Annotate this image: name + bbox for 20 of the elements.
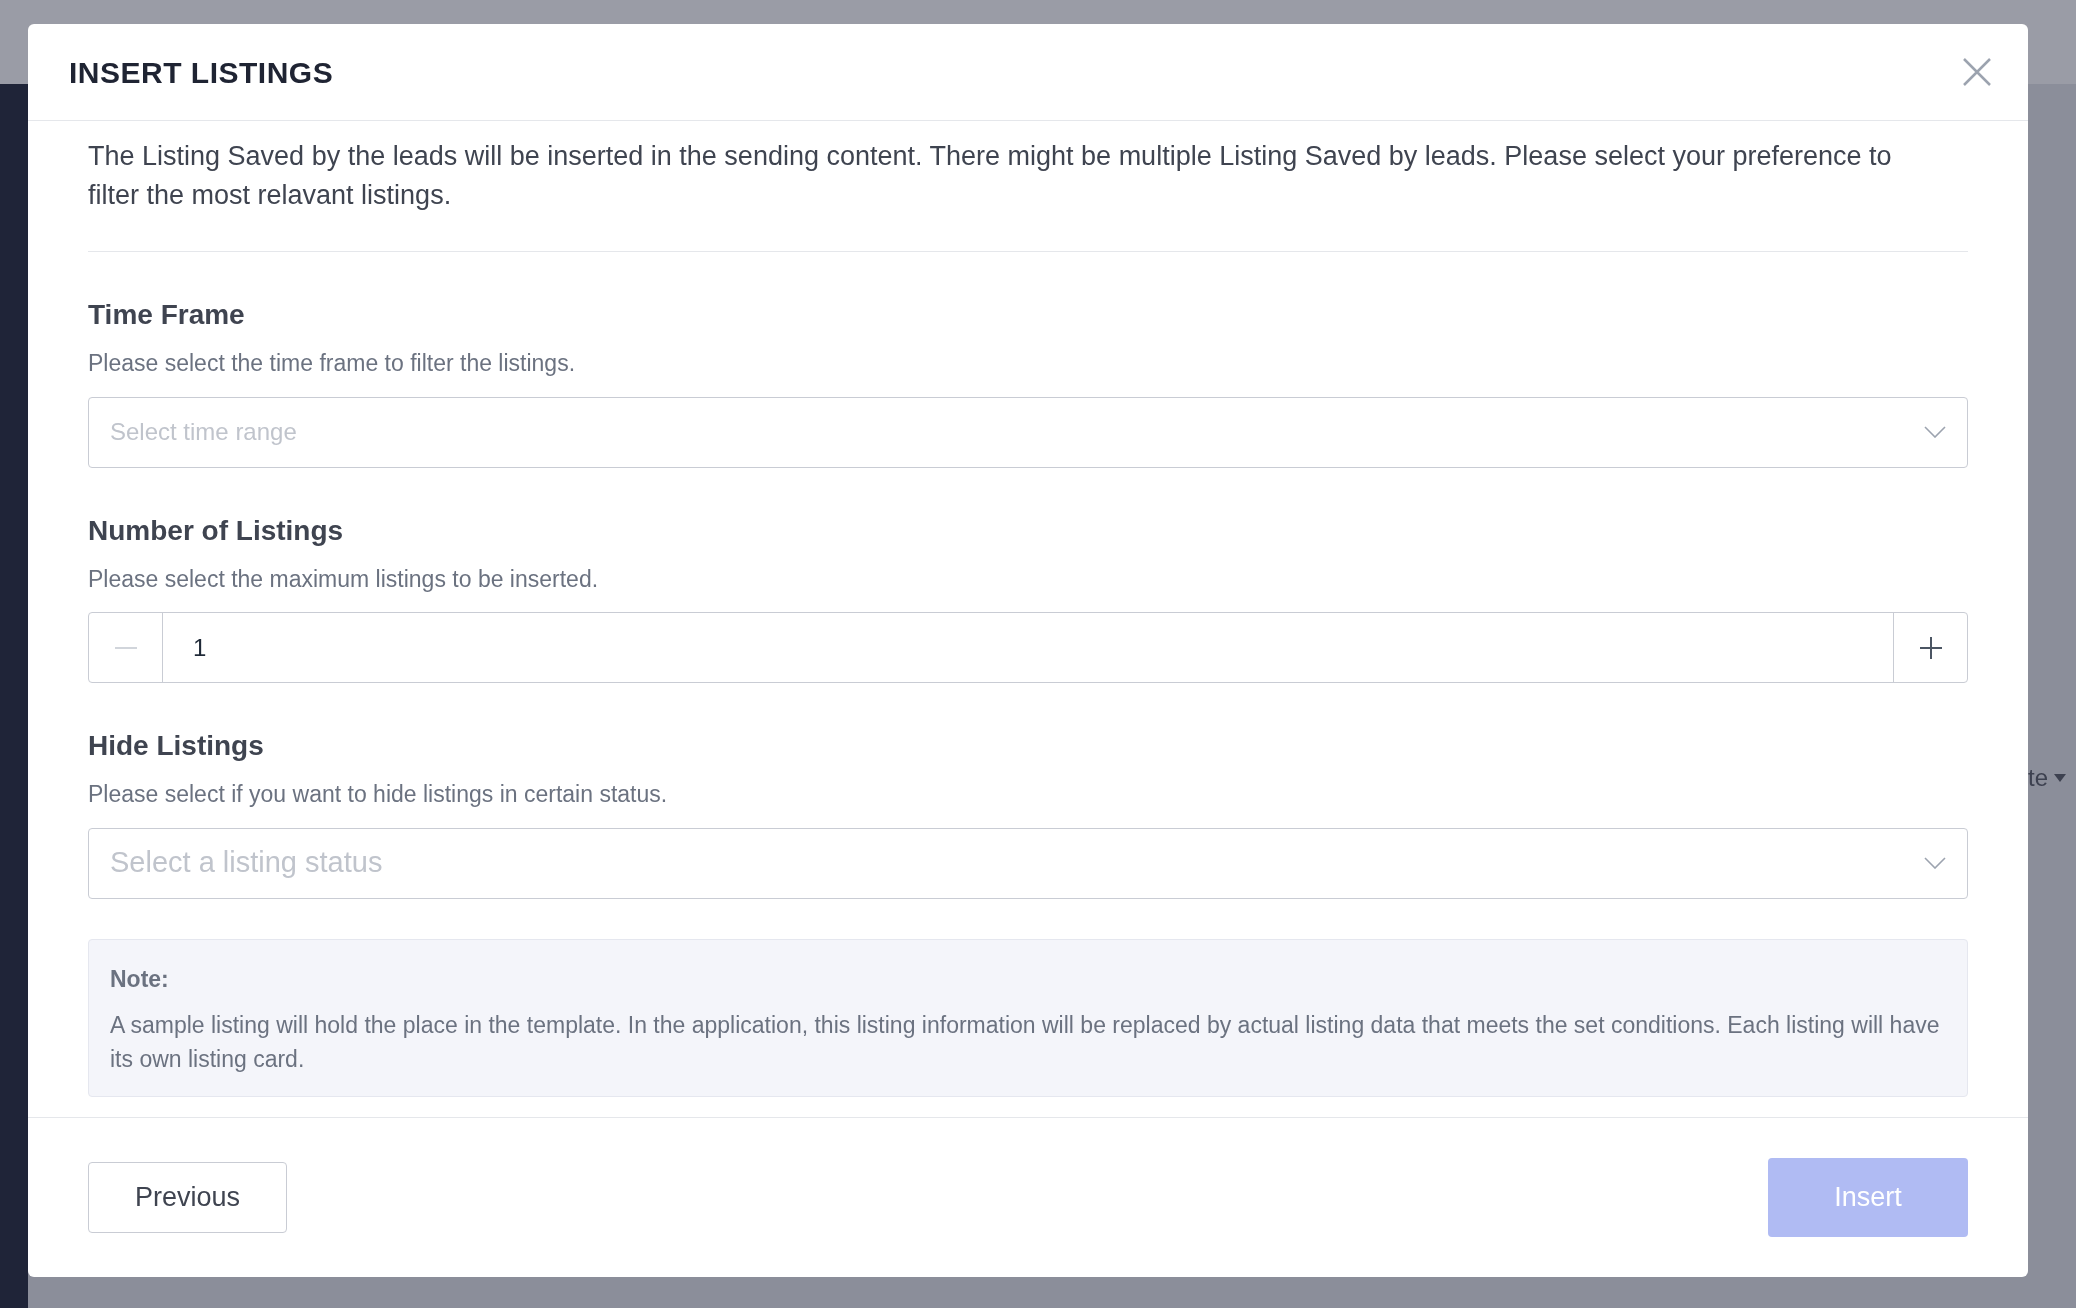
previous-button[interactable]: Previous bbox=[88, 1162, 287, 1233]
section-title: Number of Listings bbox=[88, 513, 345, 548]
note-label: Note: bbox=[110, 964, 170, 994]
chevron-down-icon bbox=[1924, 426, 1946, 438]
dropdown-label: te bbox=[2028, 763, 2048, 793]
dialog-description: The Listing Saved by the leads will be inserted in the sending content. There might be multiple Listing Saved by leads. Please select your preference to filter the most relavant listings. bbox=[88, 137, 1968, 252]
note-text: A sample listing will hold the place in the template. In the application, this listing information will be replaced by actual listing data that meets the set conditions. Each listing will have its own listing card. bbox=[110, 1011, 1941, 1074]
chevron-down-icon bbox=[1924, 857, 1946, 869]
select-placeholder: Select time range bbox=[110, 417, 297, 447]
section-title: Hide Listings bbox=[88, 729, 265, 763]
caret-icon bbox=[2054, 774, 2066, 782]
minus-icon bbox=[114, 646, 137, 649]
dialog-title: INSERT LISTINGS bbox=[69, 54, 334, 91]
section-hint: Please select the maximum listings to be inserted. bbox=[88, 564, 600, 594]
section-hint: Please select the time frame to filter the listings. bbox=[88, 349, 577, 378]
close-icon[interactable] bbox=[1962, 57, 1992, 87]
plus-icon bbox=[1919, 636, 1942, 659]
section-hint: Please select if you want to hide listings in certain status. bbox=[88, 780, 669, 809]
section-title: Time Frame bbox=[88, 298, 246, 332]
select-placeholder: Select a listing status bbox=[110, 845, 383, 881]
